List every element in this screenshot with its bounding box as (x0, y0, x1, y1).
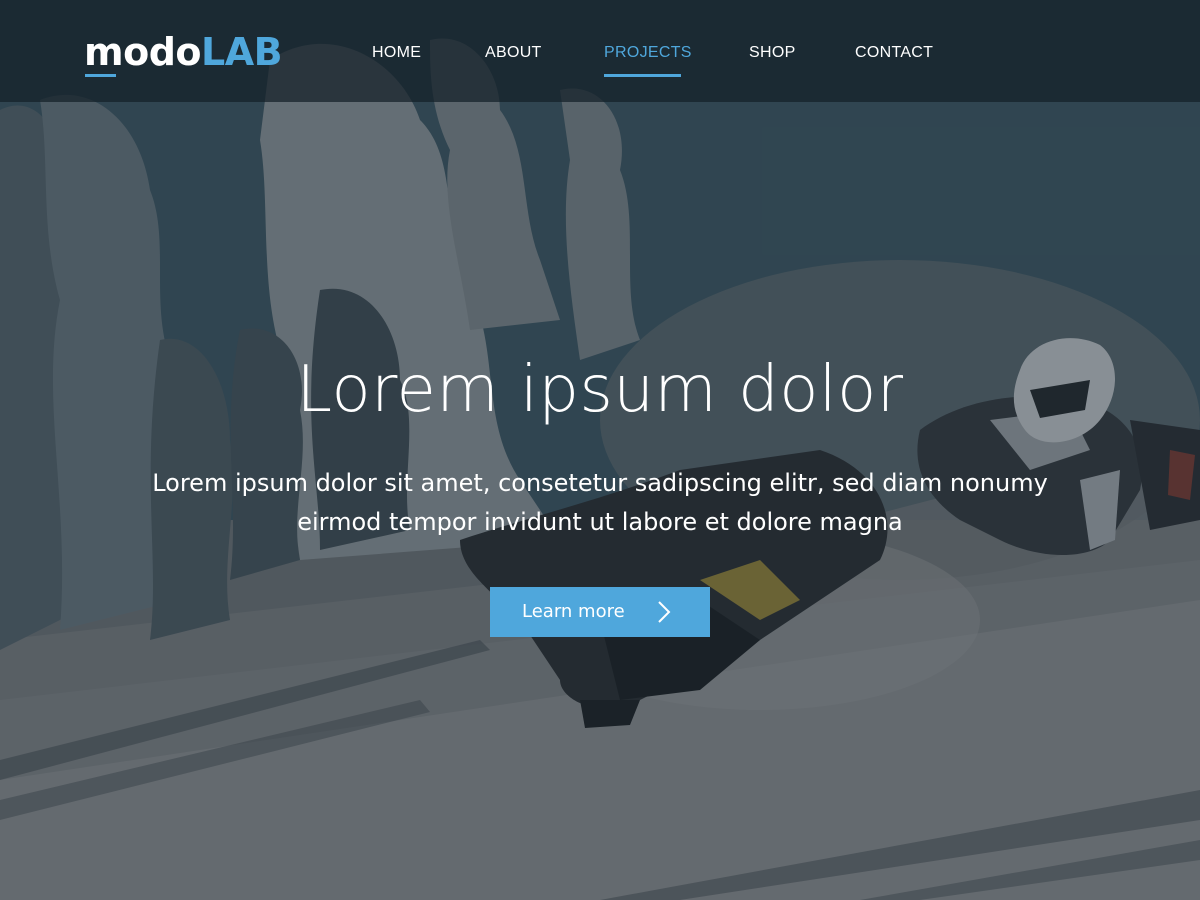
logo-underline (85, 74, 116, 77)
hero-subtext: Lorem ipsum dolor sit amet, consetetur s… (152, 469, 1048, 536)
hero-section (0, 0, 1200, 900)
learn-more-button[interactable]: Learn more (490, 587, 710, 637)
nav-item-shop[interactable]: SHOP (749, 43, 796, 63)
nav-item-contact[interactable]: CONTACT (855, 43, 933, 63)
brand-name-part1: modo (84, 30, 202, 74)
brand-logo[interactable]: modoLAB (84, 30, 283, 74)
chevron-right-icon (658, 601, 671, 623)
nav-item-projects[interactable]: PROJECTS (604, 43, 692, 63)
nav-active-indicator (604, 74, 681, 77)
nav-item-about[interactable]: ABOUT (485, 43, 542, 63)
top-navbar: modoLAB HOME ABOUT PROJECTS SHOP CONTACT (0, 0, 1200, 102)
learn-more-label: Learn more (522, 601, 625, 622)
brand-name-part2: LAB (201, 30, 283, 74)
nav-item-home[interactable]: HOME (372, 43, 421, 63)
hero-headline: Lorem ipsum dolor (296, 353, 904, 427)
hero-overlay (0, 0, 1200, 900)
